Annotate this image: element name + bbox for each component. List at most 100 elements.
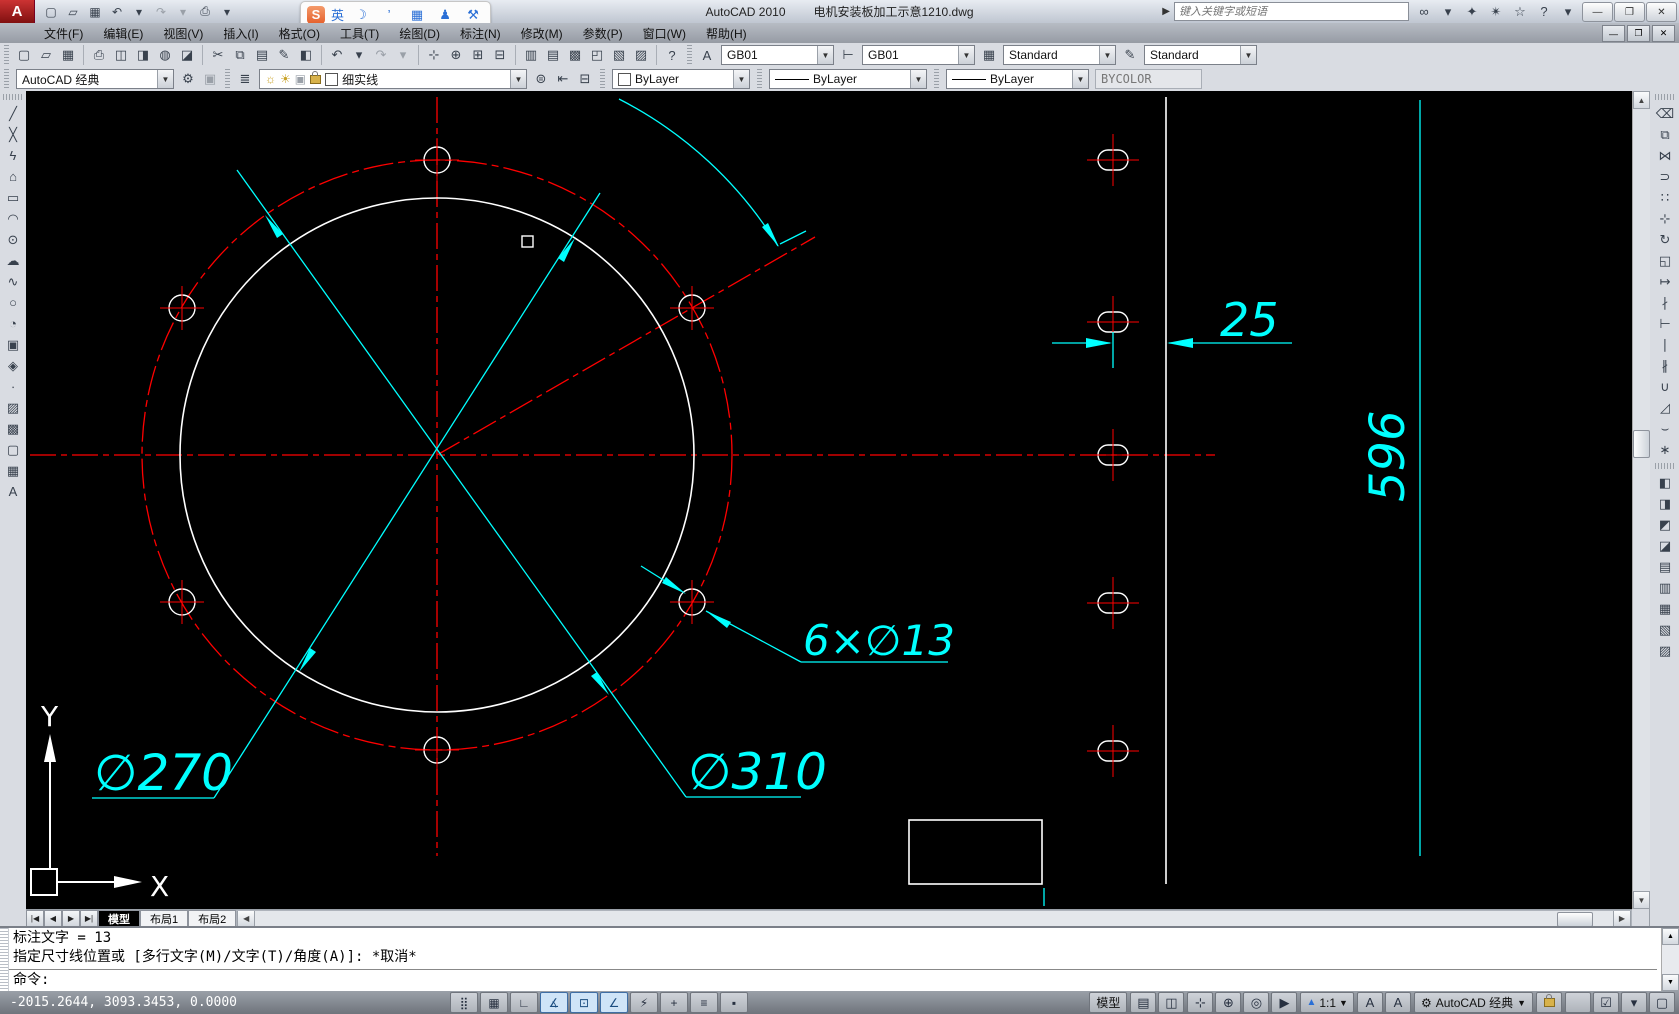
paste-icon[interactable]: ▤ bbox=[251, 45, 273, 65]
ime-person-icon[interactable]: ♟ bbox=[434, 5, 456, 25]
chevron-down-icon[interactable]: ▼ bbox=[817, 46, 833, 64]
zoom-previous-icon[interactable]: ⊟ bbox=[489, 45, 511, 65]
tool-palettes-icon[interactable]: ▩ bbox=[564, 45, 586, 65]
toolbar-options-icon[interactable]: ▾ bbox=[217, 3, 237, 21]
redo-dropdown-icon[interactable]: ▾ bbox=[173, 3, 193, 21]
mleader-style-combo[interactable]: Standard▼ bbox=[1144, 45, 1257, 65]
workspace-switching-button[interactable]: ⚙ AutoCAD 经典 ▼ bbox=[1414, 992, 1533, 1013]
layer-sun-icon[interactable]: ☀ bbox=[280, 72, 291, 86]
vertical-scrollbar[interactable]: ▲ ▼ bbox=[1632, 91, 1650, 909]
tab-last-button[interactable]: ▶| bbox=[80, 910, 98, 927]
layer-properties-manager-icon[interactable]: ≣ bbox=[234, 69, 256, 89]
coordinates-readout[interactable]: -2015.2644, 3093.3453, 0.0000 bbox=[10, 995, 250, 1010]
menu-item[interactable]: 绘图(D) bbox=[389, 23, 450, 44]
match-properties-icon[interactable]: ✎ bbox=[273, 45, 295, 65]
ime-keyboard-icon[interactable]: ▦ bbox=[406, 5, 428, 25]
polyline-icon[interactable]: ϟ bbox=[1, 145, 25, 166]
lineweight-combo[interactable]: ByLayer▼ bbox=[946, 69, 1089, 89]
trim-icon[interactable]: ∤ bbox=[1653, 292, 1677, 313]
break-at-point-icon[interactable]: ∣ bbox=[1653, 334, 1677, 355]
chevron-down-icon[interactable]: ▼ bbox=[1099, 46, 1115, 64]
command-scrollbar[interactable]: ▲ ▼ bbox=[1661, 928, 1679, 991]
toolbar-grip[interactable] bbox=[1655, 94, 1675, 100]
multiline-text-icon[interactable]: A bbox=[1, 481, 25, 502]
designcenter-icon[interactable]: ▤ bbox=[542, 45, 564, 65]
scroll-right-icon[interactable]: ▶ bbox=[1613, 911, 1631, 926]
toolbar-grip[interactable] bbox=[4, 69, 9, 89]
toolbar-grip[interactable] bbox=[600, 69, 605, 89]
offset-icon[interactable]: ⊃ bbox=[1653, 166, 1677, 187]
menu-item[interactable]: 视图(V) bbox=[153, 23, 213, 44]
plot-icon[interactable]: ⎙ bbox=[195, 3, 215, 21]
spline-icon[interactable]: ∿ bbox=[1, 271, 25, 292]
snap-toggle[interactable]: ⣿ bbox=[450, 992, 478, 1013]
menu-item[interactable]: 编辑(E) bbox=[93, 23, 153, 44]
lwt-toggle[interactable]: ≡ bbox=[690, 992, 718, 1013]
menu-item[interactable]: 修改(M) bbox=[511, 23, 573, 44]
bring-above-icon[interactable]: ◩ bbox=[1653, 514, 1677, 535]
qsave-icon[interactable]: ▦ bbox=[85, 3, 105, 21]
favorites-star-icon[interactable]: ☆ bbox=[1509, 2, 1531, 22]
tab-layout1[interactable]: 布局1 bbox=[140, 910, 188, 927]
extend-icon[interactable]: ⊢ bbox=[1653, 313, 1677, 334]
toolbar-button-icon[interactable]: ▤ bbox=[1653, 556, 1677, 577]
otrack-toggle[interactable]: ∠ bbox=[600, 992, 628, 1013]
layer-previous-icon[interactable]: ⇤ bbox=[552, 69, 574, 89]
dim-style-icon[interactable]: ⊢ bbox=[837, 45, 859, 65]
quickcalc-icon[interactable]: ▨ bbox=[630, 45, 652, 65]
table-icon[interactable]: ▦ bbox=[1, 460, 25, 481]
chevron-down-icon[interactable]: ▼ bbox=[1240, 46, 1256, 64]
toolbar-grip[interactable] bbox=[4, 45, 9, 65]
scroll-left-icon[interactable]: ◀ bbox=[237, 911, 255, 926]
toolbar-grip[interactable] bbox=[3, 94, 23, 100]
ortho-toggle[interactable]: ∟ bbox=[510, 992, 538, 1013]
construction-line-icon[interactable]: ╳ bbox=[1, 124, 25, 145]
command-window[interactable]: 标注文字 = 13 指定尺寸线位置或 [多行文字(M)/文字(T)/角度(A)]… bbox=[0, 926, 1679, 991]
quick-view-drawings-icon[interactable]: ◫ bbox=[1158, 992, 1184, 1013]
search-dropdown-icon[interactable]: ▾ bbox=[1437, 2, 1459, 22]
properties-icon[interactable]: ▥ bbox=[515, 45, 542, 65]
join-icon[interactable]: ∪ bbox=[1653, 376, 1677, 397]
copy-icon[interactable]: ⧉ bbox=[1653, 124, 1677, 145]
scale-icon[interactable]: ◱ bbox=[1653, 250, 1677, 271]
menu-item[interactable]: 帮助(H) bbox=[696, 23, 757, 44]
tab-next-button[interactable]: ▶ bbox=[62, 910, 80, 927]
pan-icon[interactable]: ⊹ bbox=[1187, 992, 1213, 1013]
toolbar-button-icon[interactable]: ▦ bbox=[1653, 598, 1677, 619]
publish-icon[interactable]: ◨ bbox=[132, 45, 154, 65]
dyn-toggle[interactable]: + bbox=[660, 992, 688, 1013]
performance-tuner-icon[interactable]: ☑ bbox=[1593, 992, 1619, 1013]
infocenter-collapse-icon[interactable]: ▶ bbox=[1162, 6, 1170, 17]
restore-button[interactable]: ❐ bbox=[1614, 2, 1645, 22]
minimize-button[interactable]: — bbox=[1582, 2, 1613, 22]
polygon-icon[interactable]: ⌂ bbox=[1, 166, 25, 187]
ime-lang-label[interactable]: 英 bbox=[331, 5, 344, 24]
region-icon[interactable]: ▢ bbox=[1, 439, 25, 460]
mleader-style-icon[interactable]: ✎ bbox=[1119, 45, 1141, 65]
help-icon[interactable]: ? bbox=[1533, 2, 1555, 22]
tab-model[interactable]: 模型 bbox=[98, 910, 140, 927]
open-icon[interactable]: ▱ bbox=[35, 45, 57, 65]
revision-cloud-icon[interactable]: ☁ bbox=[1, 250, 25, 271]
undo-icon[interactable]: ↶ bbox=[107, 3, 127, 21]
steering-wheel-icon[interactable]: ◎ bbox=[1243, 992, 1269, 1013]
open-icon[interactable]: ▱ bbox=[63, 3, 83, 21]
plot-preview-icon[interactable]: ◫ bbox=[110, 45, 132, 65]
command-grip[interactable] bbox=[0, 928, 9, 991]
command-prompt[interactable]: 命令: bbox=[13, 971, 1657, 990]
arc-icon[interactable]: ◠ bbox=[1, 208, 25, 229]
insert-block-icon[interactable]: ▣ bbox=[1, 334, 25, 355]
scroll-up-icon[interactable]: ▲ bbox=[1633, 91, 1650, 109]
annotation-scale-button[interactable]: ▲ 1:1 ▼ bbox=[1300, 992, 1354, 1013]
toolbar-unlock-icon[interactable] bbox=[1565, 992, 1591, 1013]
undo-dropdown-icon[interactable]: ▾ bbox=[348, 45, 370, 65]
chevron-down-icon[interactable]: ▼ bbox=[910, 70, 926, 88]
toolbar-unlock-icon[interactable] bbox=[1536, 992, 1562, 1013]
zoom-window-icon[interactable]: ⊞ bbox=[467, 45, 489, 65]
model-space-button[interactable]: 模型 bbox=[1089, 992, 1127, 1013]
ducs-toggle[interactable]: ⚡ bbox=[630, 992, 658, 1013]
menu-item[interactable]: 窗口(W) bbox=[633, 23, 696, 44]
menu-item[interactable]: 格式(O) bbox=[269, 23, 330, 44]
toolbar-grip[interactable] bbox=[225, 69, 230, 89]
qp-toggle[interactable]: ▪ bbox=[720, 992, 748, 1013]
